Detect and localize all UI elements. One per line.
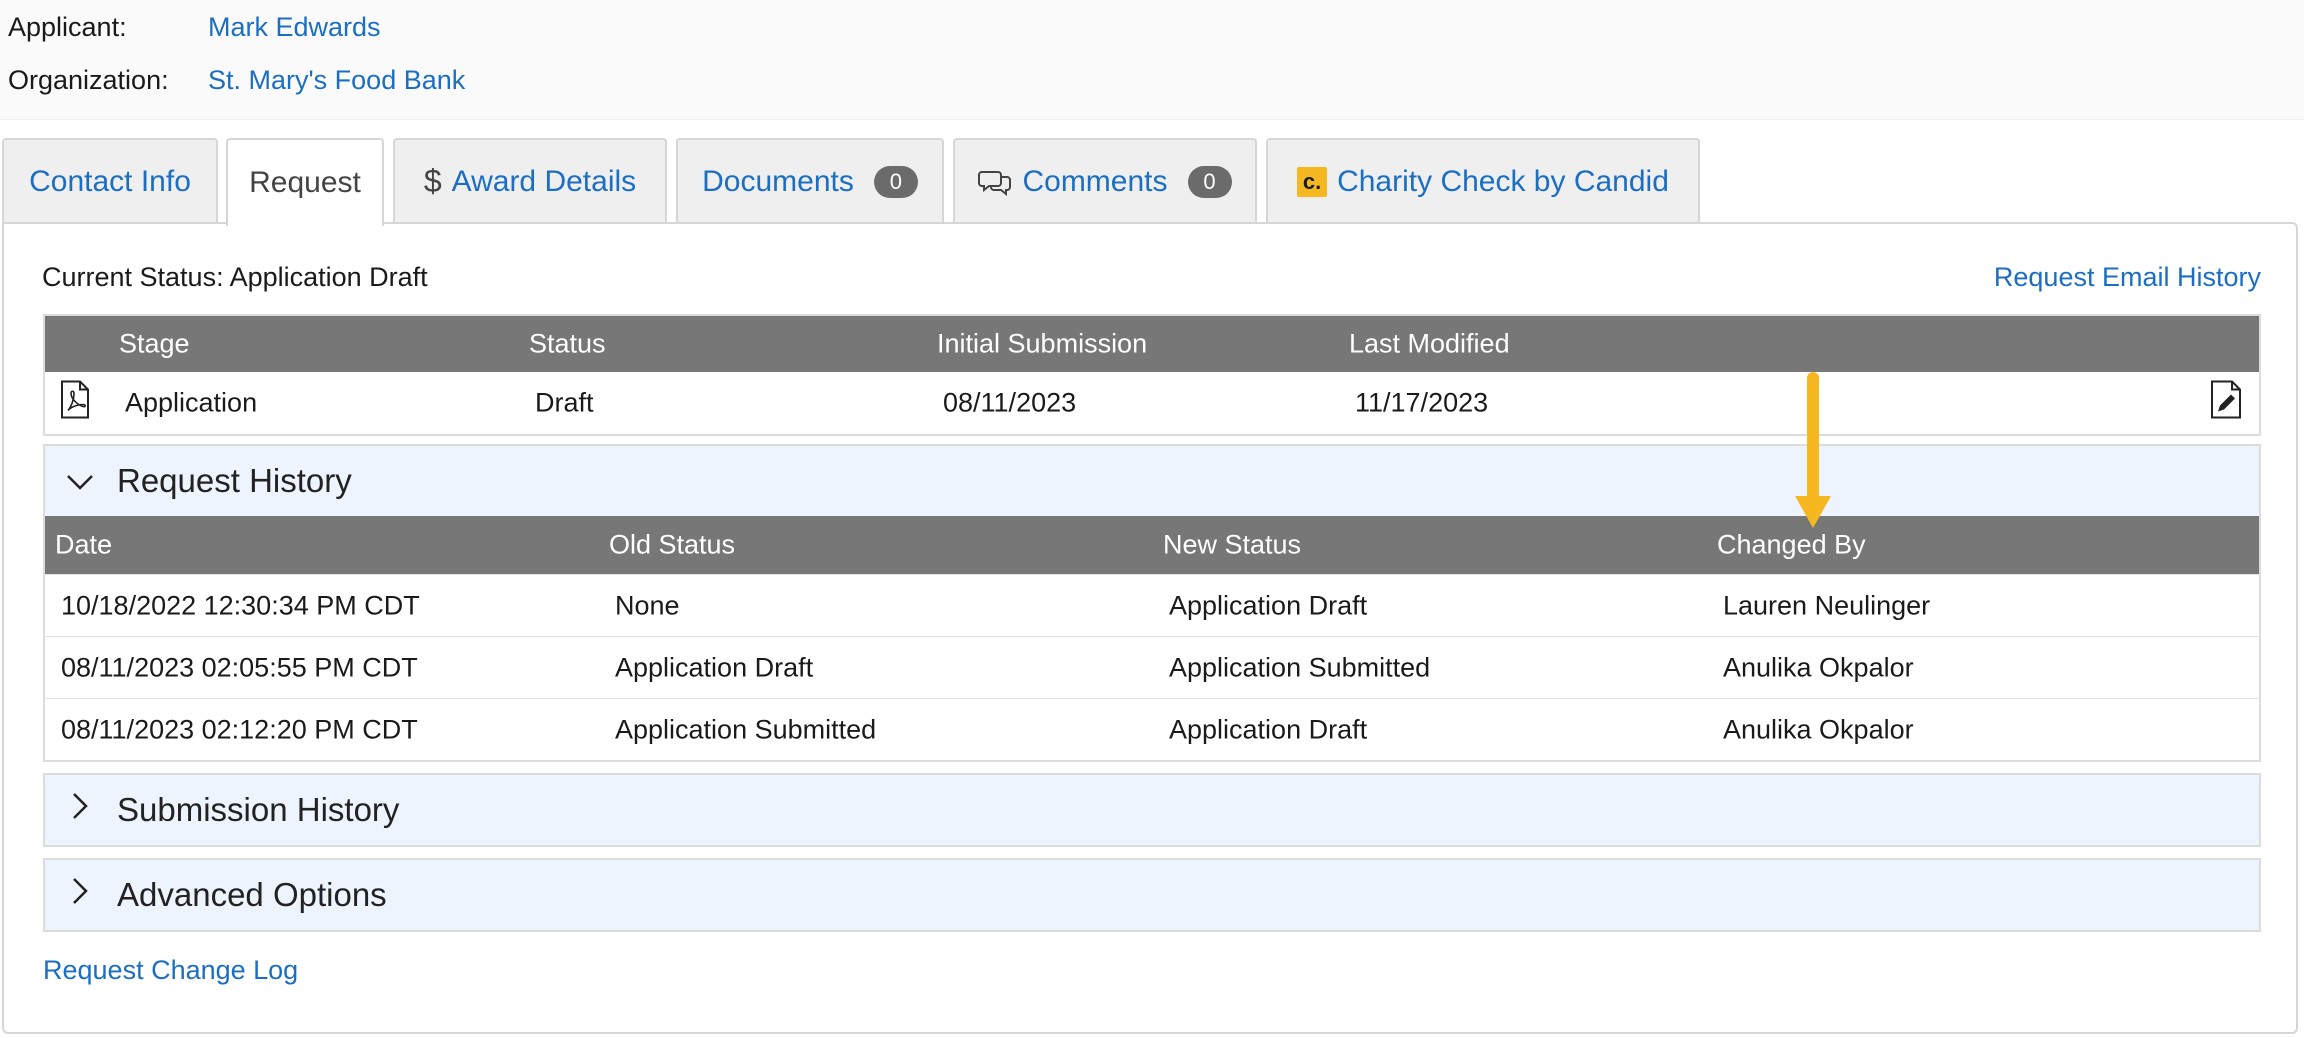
history-old-status: None [615,590,680,620]
request-history-title: Request History [117,462,352,499]
submission-history-title: Submission History [117,791,400,828]
comments-icon [978,168,1012,196]
tab-label: Contact Info [29,164,191,198]
column-header-last-modified: Last Modified [1349,328,1510,359]
column-header-stage: Stage [119,328,190,359]
tab-request[interactable]: Request [226,138,384,226]
stage-row: Application Draft 08/11/2023 11/17/2023 [45,372,2259,434]
history-old-status: Application Draft [615,652,814,682]
tab-label: Request [249,166,361,199]
history-date: 08/11/2023 02:05:55 PM CDT [61,652,418,682]
organization-link[interactable]: St. Mary's Food Bank [208,65,465,96]
tab-contact-info[interactable]: Contact Info [2,138,218,223]
advanced-options-section: Advanced Options [43,858,2261,932]
submission-history-section: Submission History [43,773,2261,847]
request-history-toggle[interactable]: Request History [45,446,2259,516]
applicant-row: Applicant: Mark Edwards [8,7,381,47]
stage-initial-submission: 08/11/2023 [943,387,1077,418]
organization-label: Organization: [8,64,169,95]
table-row: 10/18/2022 12:30:34 PM CDT None Applicat… [45,574,2259,636]
history-changed-by: Lauren Neulinger [1723,590,1931,620]
tab-comments[interactable]: Comments 0 [953,138,1257,223]
history-new-status: Application Draft [1169,714,1368,744]
history-changed-by: Anulika Okpalor [1723,714,1914,744]
organization-row: Organization: St. Mary's Food Bank [8,60,465,100]
documents-count-badge: 0 [873,165,918,198]
column-header-old-status: Old Status [609,529,736,560]
edit-document-icon[interactable] [2209,380,2243,427]
advanced-options-toggle[interactable]: Advanced Options [45,860,2259,930]
tab-label: Charity Check by Candid [1337,164,1669,198]
stage-table-header: Stage Status Initial Submission Last Mod… [45,316,2259,372]
tab-award-details[interactable]: $ Award Details [393,138,667,223]
applicant-label: Applicant: [8,11,127,42]
column-header-initial-submission: Initial Submission [937,328,1148,359]
advanced-options-title: Advanced Options [117,876,387,913]
stage-name: Application [125,387,258,418]
page: Applicant: Mark Edwards Organization: St… [0,0,2304,1038]
history-date: 10/18/2022 12:30:34 PM CDT [61,590,420,620]
tab-bar: Contact Info Request $ Award Details Doc… [0,138,2304,226]
chevron-right-icon [65,876,95,914]
history-date: 08/11/2023 02:12:20 PM CDT [61,714,418,744]
history-new-status: Application Draft [1169,590,1368,620]
table-row: 08/11/2023 02:12:20 PM CDT Application S… [45,698,2259,760]
tab-label: Documents [702,164,854,198]
stage-last-modified: 11/17/2023 [1355,387,1489,418]
chevron-down-icon [65,462,95,500]
history-new-status: Application Submitted [1169,652,1431,682]
dollar-icon: $ [423,163,442,199]
column-header-new-status: New Status [1163,529,1302,560]
history-changed-by: Anulika Okpalor [1723,652,1914,682]
applicant-link[interactable]: Mark Edwards [208,12,381,43]
tab-label: Comments [1022,164,1168,198]
tab-documents[interactable]: Documents 0 [676,138,944,223]
request-change-log-link[interactable]: Request Change Log [43,955,298,986]
history-old-status: Application Submitted [615,714,877,744]
table-row: 08/11/2023 02:05:55 PM CDT Application D… [45,636,2259,698]
column-header-changed-by: Changed By [1717,529,1866,560]
annotation-arrow-icon [1793,372,1833,537]
current-status: Current Status: Application Draft [42,262,428,292]
submission-history-toggle[interactable]: Submission History [45,775,2259,845]
stage-table: Stage Status Initial Submission Last Mod… [43,314,2261,436]
request-email-history-link[interactable]: Request Email History [1994,262,2261,293]
column-header-status: Status [529,328,606,359]
history-table-header: Date Old Status New Status Changed By [45,516,2259,574]
stage-status: Draft [535,387,594,418]
tab-label: Award Details [451,164,637,198]
comments-count-badge: 0 [1187,165,1232,198]
pdf-icon[interactable] [59,380,91,427]
chevron-right-icon [65,791,95,829]
request-history-section: Request History Date Old Status New Stat… [43,444,2261,762]
candid-logo-icon: c. [1297,166,1328,197]
column-header-date: Date [55,529,113,560]
tab-charity-check[interactable]: c. Charity Check by Candid [1266,138,1700,223]
